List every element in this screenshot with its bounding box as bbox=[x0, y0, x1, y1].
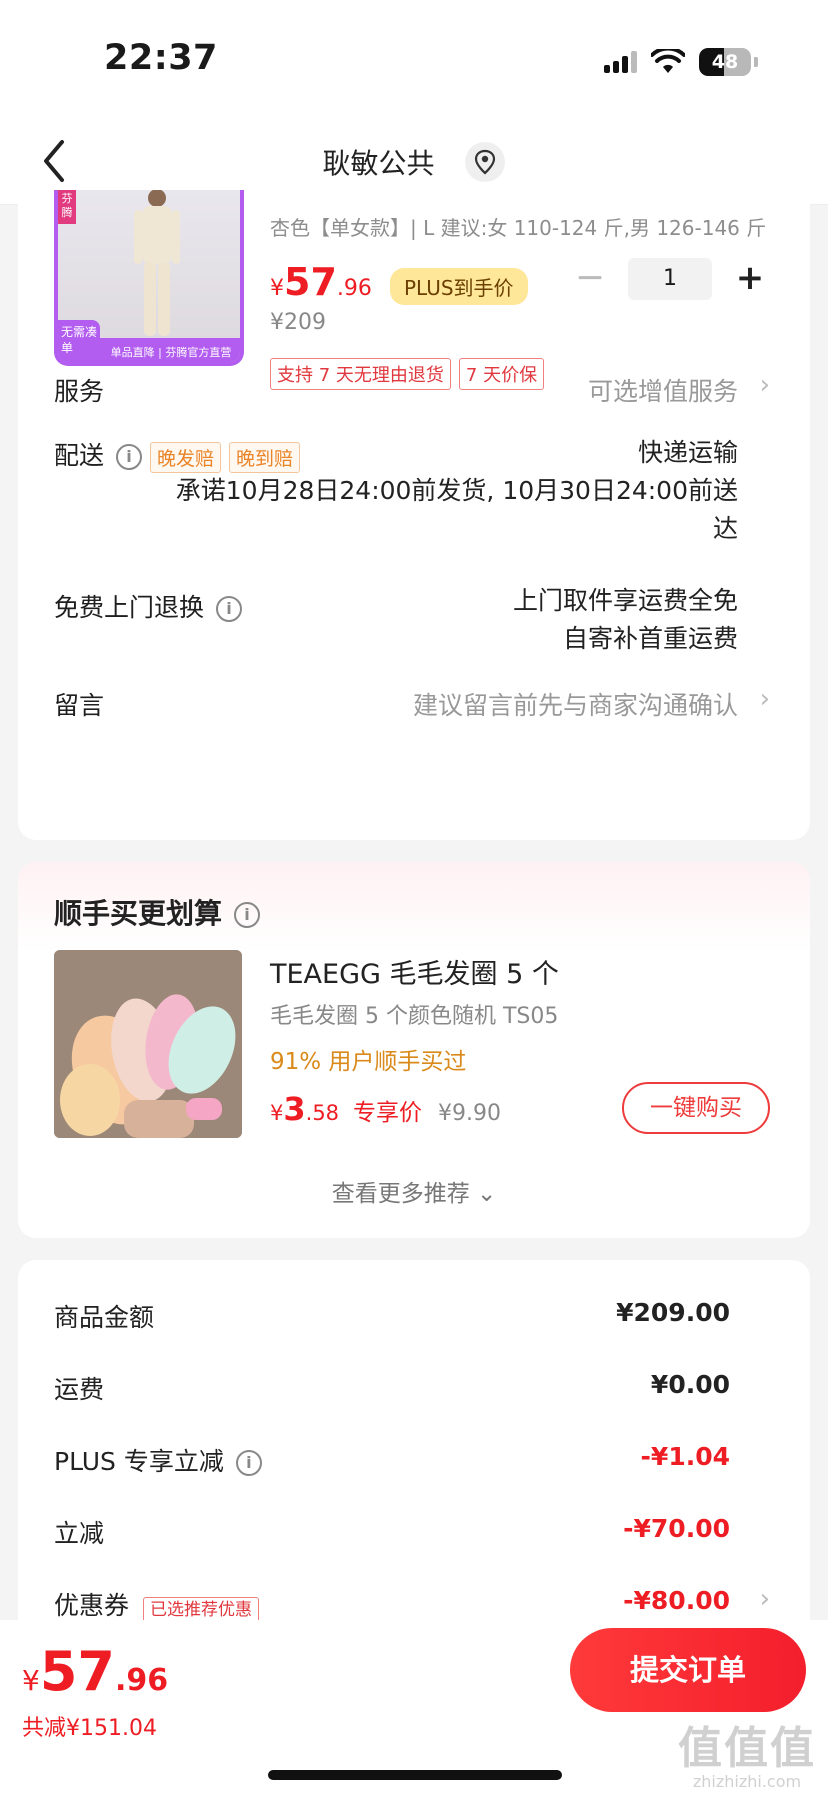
recommend-price-integer: 3 bbox=[283, 1090, 306, 1128]
product-strip-text: 单品直降 | 芬腾官方直营 bbox=[110, 346, 232, 359]
recommend-card: 顺手买更划算 i TEAEGG 毛毛发圈 5 个 毛毛发圈 5 个颜色随机 TS0… bbox=[18, 862, 810, 1238]
goods-amount-label: 商品金额 bbox=[54, 1303, 155, 1332]
service-tags: 支持 7 天无理由退货 7 天价保 bbox=[270, 358, 545, 390]
quantity-increase-button[interactable]: + bbox=[730, 259, 770, 299]
chevron-right-icon[interactable]: › bbox=[760, 1584, 770, 1614]
total-currency: ¥ bbox=[22, 1664, 40, 1697]
instant-discount-row: 立减 -¥70.00 bbox=[54, 1514, 730, 1554]
instant-discount-label: 立减 bbox=[54, 1519, 105, 1548]
shipping-fee-row: 运费 ¥0.00 bbox=[54, 1370, 730, 1410]
battery-cap bbox=[754, 57, 758, 67]
signal-icon bbox=[604, 51, 637, 73]
goods-amount-row: 商品金额 ¥209.00 bbox=[54, 1298, 730, 1338]
price-currency: ¥ bbox=[270, 276, 284, 301]
message-input[interactable]: 建议留言前先与商家沟通确认 bbox=[413, 686, 738, 722]
recommend-price-decimal: .58 bbox=[305, 1101, 340, 1125]
info-icon[interactable]: i bbox=[234, 902, 261, 928]
free-return-line2: 自寄补首重运费 bbox=[562, 624, 738, 653]
page-title: 耿敏公共 bbox=[322, 147, 435, 180]
shipping-fee-value: ¥0.00 bbox=[650, 1370, 730, 1399]
total-decimal: .96 bbox=[114, 1663, 169, 1698]
price-integer: 57 bbox=[284, 260, 337, 304]
recommend-buy-rate: 91% 用户顺手买过 bbox=[270, 1049, 467, 1075]
coupon-selected-tag: 已选推荐优惠 bbox=[143, 1596, 260, 1623]
late-ship-tag: 晚发赔 bbox=[150, 441, 222, 473]
battery-text: 48 bbox=[711, 51, 739, 73]
recommend-price-currency: ¥ bbox=[270, 1101, 284, 1125]
recommend-product-image[interactable] bbox=[54, 950, 242, 1138]
home-indicator bbox=[268, 1770, 562, 1780]
status-time: 22:37 bbox=[104, 38, 218, 78]
service-label: 服务 bbox=[54, 377, 105, 406]
goods-amount-value: ¥209.00 bbox=[616, 1298, 730, 1327]
total-saving: 共减¥151.04 bbox=[22, 1716, 157, 1741]
plus-discount-row: PLUS 专享立减 i -¥1.04 bbox=[54, 1442, 730, 1482]
coupon-value: -¥80.00 bbox=[623, 1586, 730, 1615]
one-click-buy-button[interactable]: 一键购买 bbox=[622, 1082, 770, 1134]
chevron-right-icon[interactable]: › bbox=[760, 370, 770, 400]
see-more-recommendations-link[interactable]: 查看更多推荐 ⌄ bbox=[18, 1174, 810, 1208]
watermark-url: zhizhizhi.com bbox=[692, 1772, 802, 1791]
hair-ties-picture bbox=[54, 950, 242, 1138]
delivery-row: 配送 i 晚发赔 晚到赔 bbox=[54, 436, 301, 473]
order-card: 芬腾 无需凑单 单品直降 | 芬腾官方直营 杏色【单女款】| L 建议:女 11… bbox=[18, 190, 810, 840]
info-icon[interactable]: i bbox=[235, 1450, 262, 1476]
shipping-fee-label: 运费 bbox=[54, 1375, 105, 1404]
location-icon[interactable] bbox=[465, 142, 506, 182]
recommend-price-label: 专享价 bbox=[353, 1100, 423, 1126]
free-return-line1: 上门取件享运费全免 bbox=[512, 586, 738, 615]
recommend-title: 顺手买更划算 i bbox=[54, 892, 261, 932]
service-value[interactable]: 可选增值服务 bbox=[588, 372, 738, 408]
nav-title: 耿敏公共 bbox=[0, 142, 828, 182]
watermark: 值值值 zhizhizhi.com bbox=[678, 1712, 816, 1791]
info-icon[interactable]: i bbox=[116, 444, 143, 470]
free-return-label: 免费上门退换 bbox=[54, 593, 205, 622]
plus-discount-label: PLUS 专享立减 bbox=[54, 1447, 224, 1476]
instant-discount-value: -¥70.00 bbox=[623, 1514, 730, 1543]
price-protect-tag: 7 天价保 bbox=[458, 358, 545, 390]
price-summary-card: 商品金额 ¥209.00 运费 ¥0.00 PLUS 专享立减 i -¥1.04 … bbox=[18, 1260, 810, 1623]
delivery-promise-end: 达 bbox=[712, 514, 738, 543]
delivery-method: 快递运输 bbox=[637, 438, 738, 467]
quantity-decrease-button[interactable]: − bbox=[570, 259, 610, 299]
product-figure bbox=[134, 190, 180, 336]
wifi-icon bbox=[651, 49, 685, 73]
recommend-price: ¥ 3 .58 专享价 ¥9.90 bbox=[270, 1090, 501, 1128]
chevron-right-icon[interactable]: › bbox=[760, 684, 770, 714]
product-badge: 无需凑单 bbox=[58, 320, 100, 362]
product-spec: 杏色【单女款】| L 建议:女 110-124 斤,男 126-146 斤 bbox=[270, 216, 767, 240]
quantity-input[interactable]: 1 bbox=[628, 258, 712, 300]
info-icon[interactable]: i bbox=[216, 596, 243, 622]
status-icons: 48 bbox=[604, 44, 758, 80]
plus-price-tag: PLUS到手价 bbox=[390, 268, 528, 305]
recommend-original-price: ¥9.90 bbox=[438, 1101, 502, 1126]
original-price: ¥209 bbox=[270, 310, 326, 335]
coupon-label: 优惠券 bbox=[54, 1591, 130, 1620]
coupon-label-wrap: 优惠券 已选推荐优惠 bbox=[54, 1586, 260, 1623]
watermark-logo: 值值值 bbox=[678, 1723, 816, 1774]
product-price: ¥ 57 .96 bbox=[270, 260, 372, 304]
return-policy-tag: 支持 7 天无理由退货 bbox=[270, 358, 451, 390]
quantity-stepper: − 1 + bbox=[570, 258, 770, 300]
late-arrive-tag: 晚到赔 bbox=[229, 441, 301, 473]
delivery-label: 配送 bbox=[54, 441, 105, 470]
product-corner-tag: 芬腾 bbox=[58, 190, 76, 224]
total-price: ¥ 57 .96 bbox=[22, 1640, 168, 1703]
plus-discount-label-wrap: PLUS 专享立减 i bbox=[54, 1442, 262, 1478]
total-integer: 57 bbox=[39, 1640, 115, 1703]
plus-discount-value: -¥1.04 bbox=[640, 1442, 730, 1471]
submit-order-button[interactable]: 提交订单 bbox=[570, 1628, 806, 1712]
free-return-row: 免费上门退换 i bbox=[54, 588, 243, 624]
message-label: 留言 bbox=[54, 691, 105, 720]
recommend-product-name[interactable]: TEAEGG 毛毛发圈 5 个 bbox=[270, 952, 559, 991]
delivery-promise: 承诺10月28日24:00前发货, 10月30日24:00前送 bbox=[175, 476, 738, 505]
recommend-product-spec: 毛毛发圈 5 个颜色随机 TS05 bbox=[270, 1004, 559, 1029]
product-image[interactable]: 芬腾 无需凑单 单品直降 | 芬腾官方直营 bbox=[54, 190, 244, 366]
recommend-title-text: 顺手买更划算 bbox=[54, 897, 223, 930]
battery-icon: 48 bbox=[699, 48, 751, 76]
status-bar: 22:37 48 bbox=[0, 0, 828, 120]
price-decimal: .96 bbox=[336, 276, 372, 301]
